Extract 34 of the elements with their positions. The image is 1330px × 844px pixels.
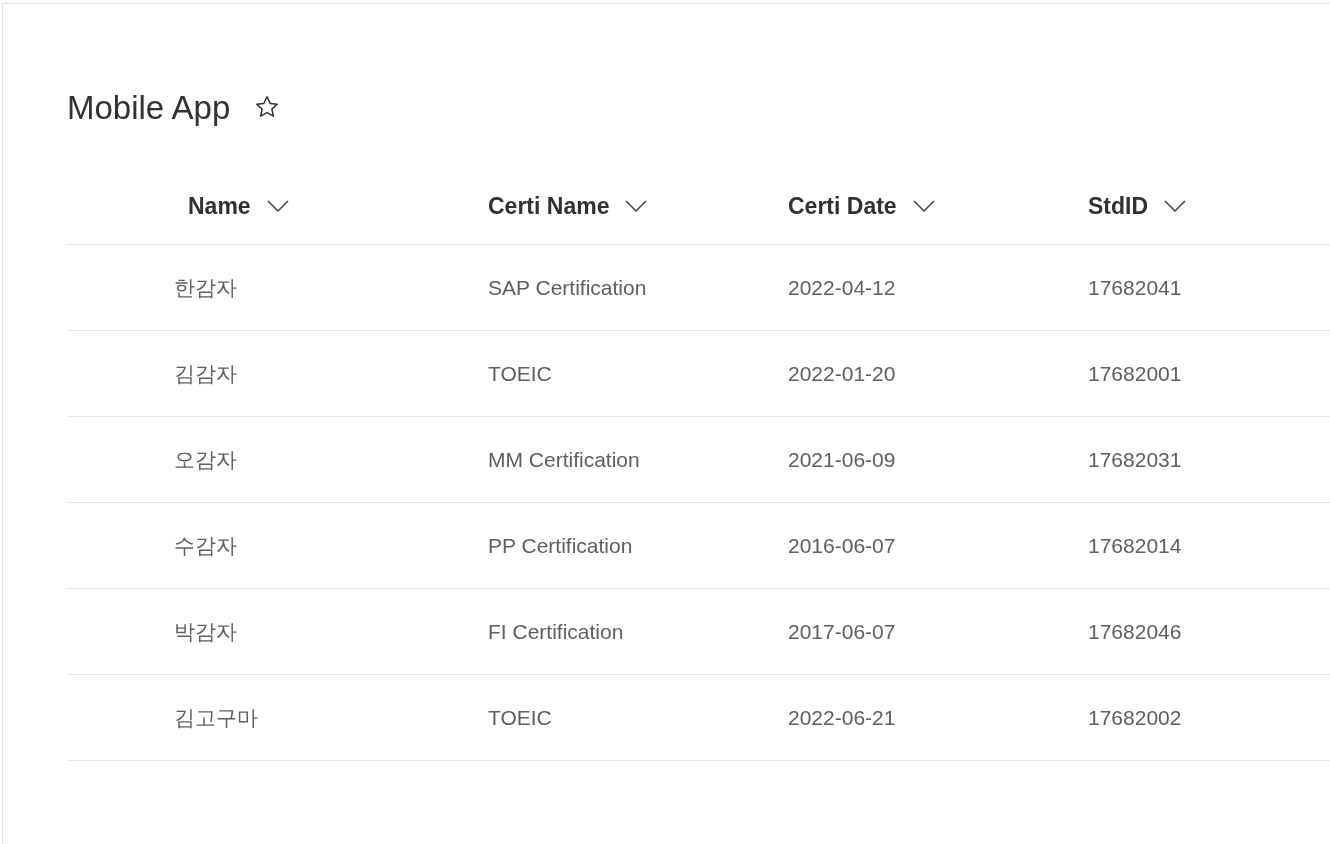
column-header[interactable]: Certi Name [488, 168, 788, 244]
table-cell-text: 2017-06-07 [788, 618, 896, 645]
table-cell-text: 박감자 [174, 618, 237, 645]
star-icon[interactable] [254, 94, 281, 120]
table-cell-text: 2022-01-20 [788, 360, 896, 387]
table-cell-text: 오감자 [174, 446, 237, 473]
page-title: Mobile App [67, 90, 231, 124]
table-cell-text: 17682046 [1088, 618, 1182, 645]
table-cell-text: 17682041 [1088, 274, 1182, 301]
table-cell-text: 수감자 [174, 532, 237, 559]
table-cell-text: 김감자 [174, 360, 237, 387]
table-cell-text: 2022-06-21 [788, 704, 896, 731]
table-cell-text: 17682002 [1088, 704, 1182, 731]
chevron-down-icon [1164, 200, 1187, 212]
column-header[interactable]: Certi Date [788, 168, 1088, 244]
table-cell-text: 김고구마 [174, 704, 258, 731]
table-cell-text: SAP Certification [488, 274, 647, 301]
table-cell-text: 17682014 [1088, 532, 1182, 559]
table-cell-text: PP Certification [488, 532, 633, 559]
chevron-down-icon [625, 200, 648, 212]
table-cell-text: 2016-06-07 [788, 532, 896, 559]
column-header[interactable]: Name [174, 168, 488, 244]
chevron-down-icon [912, 200, 935, 212]
chevron-down-icon [266, 200, 289, 212]
table-cell-text: 2022-04-12 [788, 274, 896, 301]
table-cell-text: 2021-06-09 [788, 446, 896, 473]
table-cell-text: 17682031 [1088, 446, 1182, 473]
column-header[interactable]: StdID [1088, 168, 1330, 244]
table-cell-text: TOEIC [488, 360, 552, 387]
table-cell-text: 한감자 [174, 274, 237, 301]
table-cell-text: 17682001 [1088, 360, 1182, 387]
table-cell-text: TOEIC [488, 704, 552, 731]
table-cell-text: MM Certification [488, 446, 640, 473]
table-cell-text: FI Certification [488, 618, 624, 645]
